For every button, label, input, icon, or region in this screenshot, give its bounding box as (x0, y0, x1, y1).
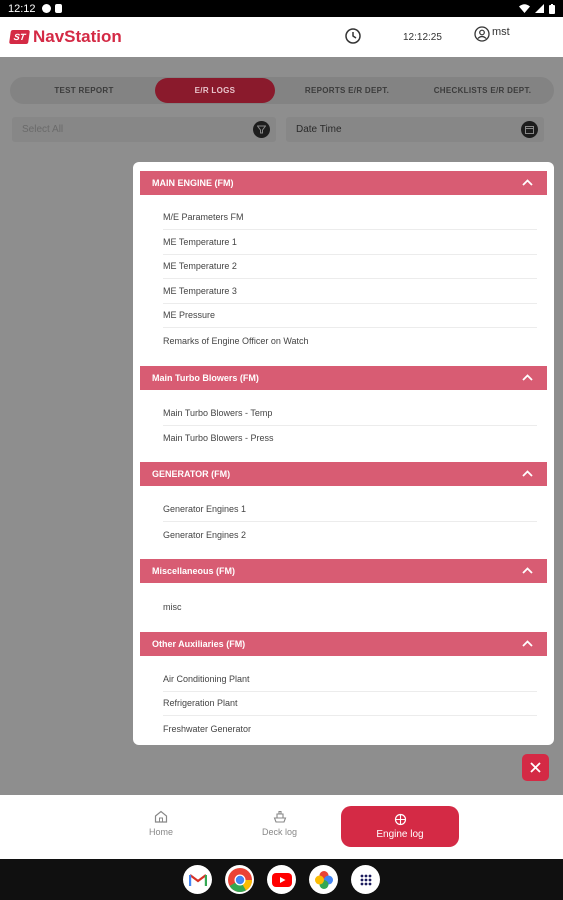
signal-icon (535, 4, 544, 13)
tab-label: CHECKLISTS E/R DEPT. (433, 86, 532, 95)
chevron-up-icon[interactable] (522, 640, 533, 647)
ship-icon (273, 810, 286, 823)
list-item[interactable]: Remarks of Engine Officer on Watch (163, 328, 537, 353)
header-time: 12:12:25 (403, 32, 442, 43)
tab-er-logs[interactable]: E/R LOGS (155, 78, 275, 103)
date-time-label: Date Time (296, 124, 342, 135)
date-time-filter[interactable]: Date Time (286, 117, 544, 142)
list-item[interactable]: Generator Engines 2 (163, 522, 537, 547)
list-item[interactable]: Refrigeration Plant (163, 691, 537, 716)
user-icon (474, 26, 490, 42)
tab-label: REPORTS E/R DEPT. (304, 86, 390, 95)
section-header-miscellaneous[interactable]: Miscellaneous (FM) (140, 559, 547, 583)
list-item[interactable]: M/E Parameters FM (163, 205, 537, 230)
section-header-other-auxiliaries[interactable]: Other Auxiliaries (FM) (140, 632, 547, 656)
engine-icon (394, 813, 406, 826)
chrome-app-icon[interactable] (225, 865, 254, 894)
list-item[interactable]: ME Temperature 1 (163, 230, 537, 255)
list-item[interactable]: Air Conditioning Plant (163, 667, 537, 692)
item-label: Remarks of Engine Officer on Watch (163, 335, 309, 346)
nav-label: Deck log (262, 827, 298, 837)
chevron-up-icon[interactable] (522, 567, 533, 574)
item-label: ME Pressure (163, 310, 216, 320)
nav-label: Engine log (376, 829, 424, 840)
tab-label: TEST REPORT (54, 86, 114, 95)
app-header: ST NavStation 12:12:25 mst (0, 17, 563, 57)
user-name: mst (492, 26, 510, 38)
home-icon (154, 810, 168, 823)
nav-deck-log[interactable]: Deck log (262, 810, 297, 837)
section-header-turbo-blowers[interactable]: Main Turbo Blowers (FM) (140, 366, 547, 390)
nav-label: Home (149, 827, 174, 837)
list-item[interactable]: ME Pressure (163, 303, 537, 328)
section-header-generator[interactable]: GENERATOR (FM) (140, 462, 547, 486)
clock-icon[interactable] (344, 27, 362, 45)
list-item[interactable]: Main Turbo Blowers - Temp (163, 401, 537, 426)
item-label: Main Turbo Blowers - Temp (163, 408, 273, 418)
system-status-bar: 12:12 (0, 0, 563, 17)
nav-home[interactable]: Home (149, 810, 173, 837)
close-icon (530, 762, 541, 773)
section-title: Main Turbo Blowers (FM) (152, 373, 259, 383)
storage-status-icon (54, 4, 62, 13)
item-label: ME Temperature 2 (163, 261, 237, 271)
tab-test-report[interactable]: TEST REPORT (18, 78, 150, 103)
navstation-logo: ST NavStation (9, 27, 122, 47)
chevron-up-icon[interactable] (522, 179, 533, 186)
section-title: MAIN ENGINE (FM) (152, 178, 234, 188)
item-label: Refrigeration Plant (163, 698, 238, 708)
wifi-icon (519, 4, 530, 13)
chevron-up-icon[interactable] (522, 374, 533, 381)
item-label: ME Temperature 1 (163, 237, 237, 247)
er-logs-modal: MAIN ENGINE (FM) M/E Parameters FM ME Te… (133, 162, 554, 745)
list-item[interactable]: Main Turbo Blowers - Press (163, 425, 537, 450)
list-item[interactable]: ME Temperature 3 (163, 279, 537, 304)
item-label: Freshwater Generator (163, 723, 252, 734)
list-item[interactable]: Generator Engines 1 (163, 497, 537, 522)
list-item[interactable]: misc (163, 594, 537, 619)
item-label: Generator Engines 2 (163, 529, 247, 540)
filter-icon[interactable] (253, 121, 270, 138)
nav-engine-log[interactable]: Engine log (341, 806, 459, 847)
tab-bar: TEST REPORT E/R LOGS REPORTS E/R DEPT. C… (10, 77, 554, 104)
gmail-app-icon[interactable] (183, 865, 212, 894)
settings-status-icon (41, 4, 51, 13)
close-button[interactable] (522, 754, 549, 781)
user-menu[interactable]: mst (474, 26, 510, 42)
select-all-placeholder: Select All (22, 124, 64, 135)
tab-label: E/R LOGS (194, 86, 236, 95)
section-title: Other Auxiliaries (FM) (152, 639, 246, 649)
tab-checklists-er-dept[interactable]: CHECKLISTS E/R DEPT. (415, 78, 550, 103)
logo-badge: ST (9, 30, 30, 44)
item-label: Air Conditioning Plant (163, 674, 250, 684)
app-name: NavStation (33, 27, 122, 46)
bottom-navigation: Home Deck log Engine log (0, 795, 563, 859)
list-item[interactable]: Freshwater Generator (163, 716, 537, 741)
section-title: Miscellaneous (FM) (152, 566, 236, 576)
item-label: ME Temperature 3 (163, 286, 237, 296)
system-app-dock (0, 859, 563, 900)
section-header-main-engine[interactable]: MAIN ENGINE (FM) (140, 171, 547, 195)
item-label: misc (163, 601, 182, 612)
app-drawer-icon[interactable] (351, 865, 380, 894)
item-label: Generator Engines 1 (163, 504, 247, 514)
tab-reports-er-dept[interactable]: REPORTS E/R DEPT. (282, 78, 412, 103)
status-time: 12:12 (8, 2, 36, 15)
photos-app-icon[interactable] (309, 865, 338, 894)
item-label: Main Turbo Blowers - Press (163, 432, 274, 443)
list-item[interactable]: ME Temperature 2 (163, 254, 537, 279)
item-label: M/E Parameters FM (163, 212, 244, 222)
battery-icon (549, 3, 555, 14)
chevron-up-icon[interactable] (522, 470, 533, 477)
select-all-filter[interactable]: Select All (12, 117, 276, 142)
section-title: GENERATOR (FM) (152, 469, 231, 479)
calendar-icon[interactable] (521, 121, 538, 138)
youtube-app-icon[interactable] (267, 865, 296, 894)
